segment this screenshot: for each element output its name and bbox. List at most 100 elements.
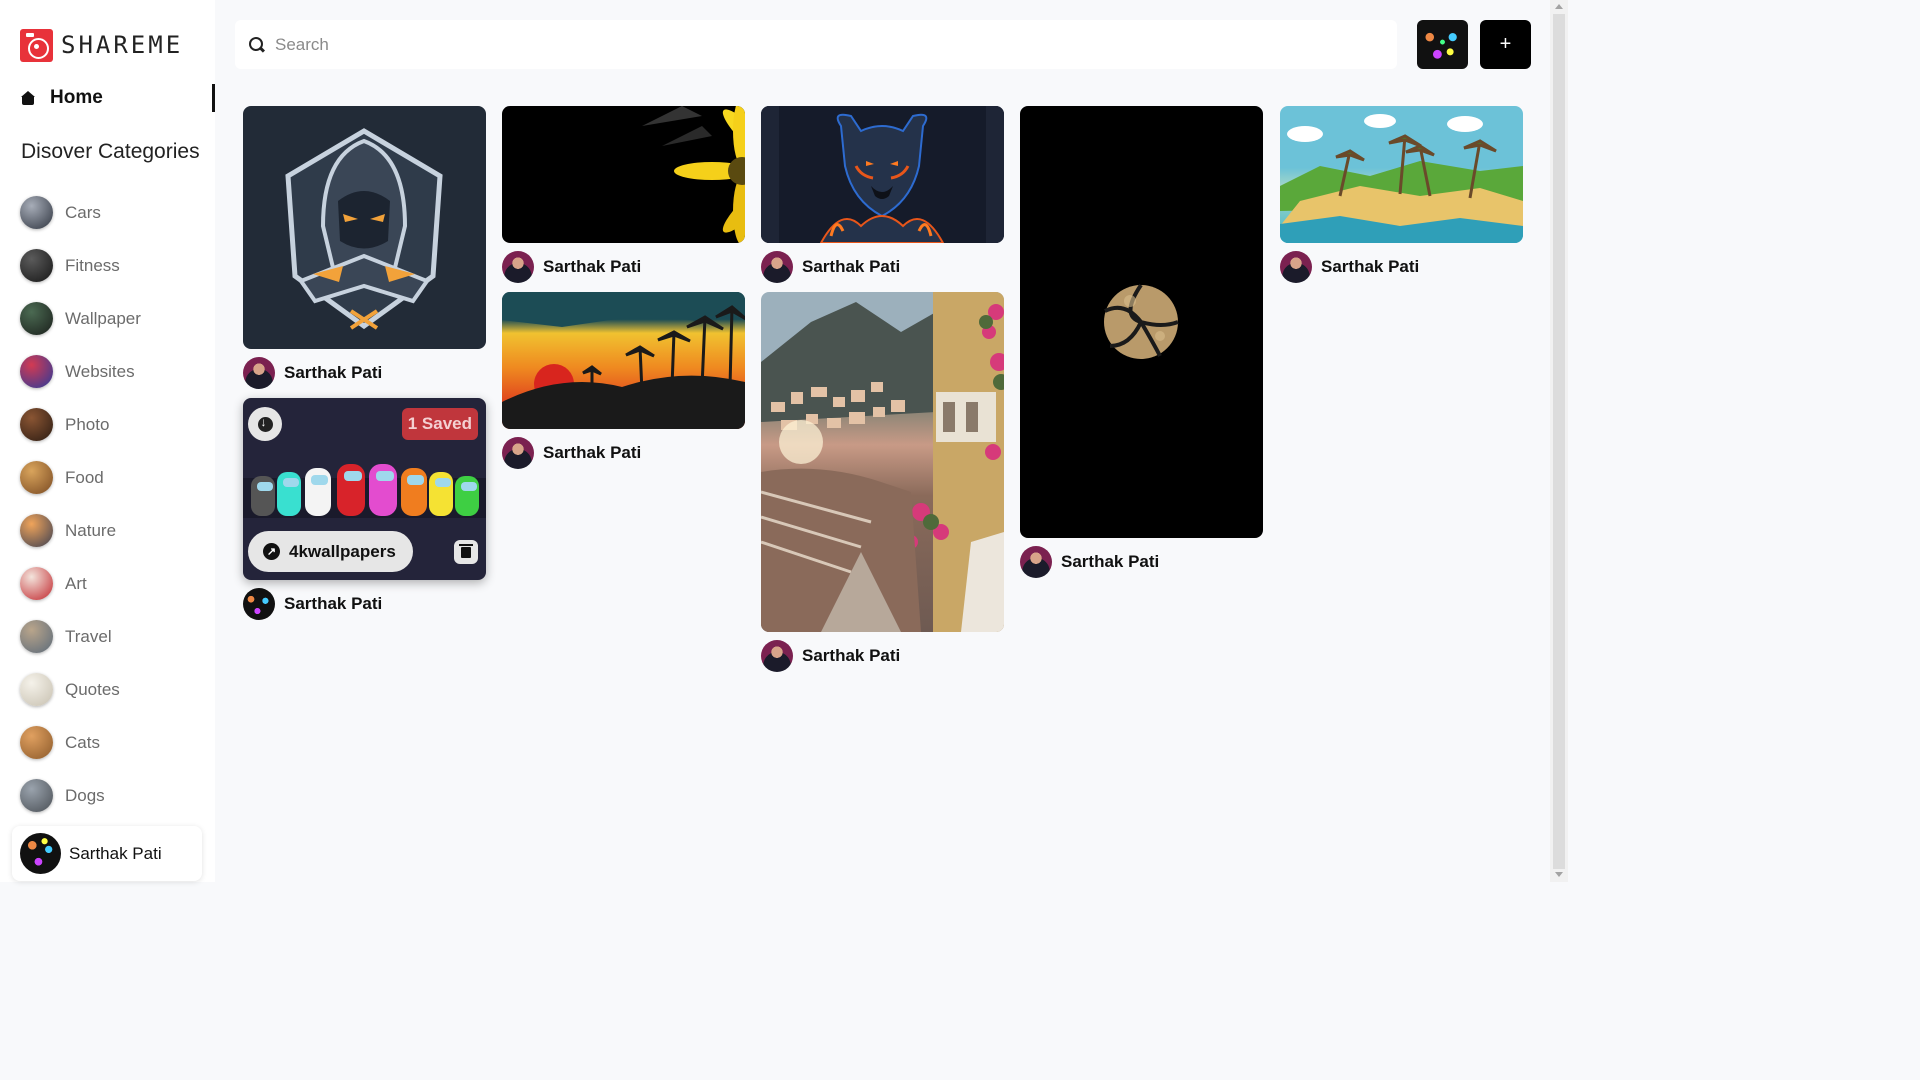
pin-author[interactable]: Sarthak Pati [1280, 251, 1523, 283]
pin-card[interactable]: 1 Saved ↗ 4kwallpapers Sarthak Pati [243, 398, 486, 620]
category-item-travel[interactable]: Travel [20, 610, 141, 663]
categories-title: Disover Categories [21, 140, 200, 163]
sunset-illustration [502, 292, 745, 429]
avatar [243, 588, 275, 620]
pin-card[interactable]: Sarthak Pati [761, 292, 1004, 672]
create-pin-button[interactable]: + [1480, 20, 1531, 69]
pin-image-hooded-mascot[interactable] [243, 106, 486, 349]
category-item-wallpaper[interactable]: Wallpaper [20, 292, 141, 345]
category-thumb [20, 355, 53, 388]
category-label: Photo [65, 414, 110, 434]
download-icon [257, 415, 273, 432]
pin-card[interactable]: Sarthak Pati [761, 106, 1004, 283]
category-label: Cars [65, 202, 101, 222]
download-button[interactable] [248, 407, 282, 441]
category-label: Nature [65, 520, 117, 540]
source-link[interactable]: ↗ 4kwallpapers [248, 531, 413, 572]
pin-author-name: Sarthak Pati [284, 363, 383, 382]
category-thumb [20, 461, 53, 494]
category-thumb [20, 620, 53, 653]
saved-button[interactable]: 1 Saved [401, 408, 478, 440]
category-label: Dogs [65, 785, 105, 805]
avatar [20, 833, 61, 874]
pin-image-sunset-palms[interactable] [502, 292, 745, 429]
user-name: Sarthak Pati [69, 843, 162, 863]
scroll-up-arrow-icon[interactable] [1555, 4, 1563, 9]
pin-author-name: Sarthak Pati [543, 257, 642, 276]
pin-image-yellow-flower[interactable] [502, 106, 745, 243]
delete-button[interactable] [454, 540, 478, 564]
pin-image-low-poly-island[interactable] [1280, 106, 1523, 243]
pin-author[interactable]: Sarthak Pati [761, 251, 1004, 283]
pin-image-among-us[interactable]: 1 Saved ↗ 4kwallpapers [243, 398, 486, 580]
category-item-photo[interactable]: Photo [20, 398, 141, 451]
category-label: Travel [65, 626, 112, 646]
category-label: Cats [65, 732, 100, 752]
pin-image-glitter-volleyball[interactable] [1020, 106, 1263, 538]
category-thumb [20, 514, 53, 547]
category-item-quotes[interactable]: Quotes [20, 663, 141, 716]
category-thumb [20, 302, 53, 335]
avatar [502, 437, 534, 469]
category-label: Websites [65, 361, 135, 381]
avatar [1280, 251, 1312, 283]
pin-card[interactable]: Sarthak Pati [243, 106, 486, 389]
avatar [761, 251, 793, 283]
pin-image-coastal-village[interactable] [761, 292, 1004, 632]
pin-card[interactable]: Sarthak Pati [502, 292, 745, 469]
category-item-food[interactable]: Food [20, 451, 141, 504]
category-label: Food [65, 467, 104, 487]
pin-author-name: Sarthak Pati [802, 257, 901, 276]
app-logo[interactable]: SHAREME [20, 28, 183, 62]
pin-author[interactable]: Sarthak Pati [761, 640, 1004, 672]
scrollbar-thumb[interactable] [1553, 14, 1565, 869]
category-thumb [20, 726, 53, 759]
sidebar: SHAREME Home Disover Categories Cars Fit… [0, 0, 215, 882]
camera-icon [20, 28, 53, 62]
search-input[interactable] [275, 34, 1355, 55]
avatar [243, 357, 275, 389]
category-item-cats[interactable]: Cats [20, 716, 141, 769]
category-thumb [20, 673, 53, 706]
category-thumb [20, 779, 53, 812]
hooded-mascot-illustration [285, 128, 443, 330]
profile-avatar-button[interactable] [1417, 20, 1468, 69]
category-item-art[interactable]: Art [20, 557, 141, 610]
island-illustration [1280, 114, 1523, 243]
pin-author[interactable]: Sarthak Pati [243, 357, 486, 389]
category-label: Wallpaper [65, 308, 141, 328]
category-item-cars[interactable]: Cars [20, 186, 141, 239]
category-thumb [20, 196, 53, 229]
category-item-nature[interactable]: Nature [20, 504, 141, 557]
pin-author-name: Sarthak Pati [284, 594, 383, 613]
scroll-down-arrow-icon[interactable] [1555, 872, 1563, 877]
user-profile-link[interactable]: Sarthak Pati [12, 826, 202, 881]
search-bar [235, 20, 1397, 69]
pin-author[interactable]: Sarthak Pati [502, 251, 745, 283]
volleyball-illustration [1104, 283, 1179, 359]
pin-author-name: Sarthak Pati [543, 443, 642, 462]
nav-home-label: Home [50, 87, 103, 108]
village-illustration [761, 292, 1004, 632]
category-label: Art [65, 573, 87, 593]
pin-author[interactable]: Sarthak Pati [243, 588, 486, 620]
category-list: Cars Fitness Wallpaper Websites Photo Fo… [20, 186, 141, 822]
pin-card[interactable]: Sarthak Pati [1020, 106, 1263, 578]
category-label: Fitness [65, 255, 120, 275]
pin-author[interactable]: Sarthak Pati [502, 437, 745, 469]
pin-author-name: Sarthak Pati [1321, 257, 1420, 276]
search-icon [249, 36, 265, 53]
pin-image-neon-dog[interactable] [761, 106, 1004, 243]
app-name: SHAREME [61, 31, 184, 59]
category-thumb [20, 567, 53, 600]
arrow-up-right-icon: ↗ [263, 543, 280, 560]
category-item-fitness[interactable]: Fitness [20, 239, 141, 292]
category-item-dogs[interactable]: Dogs [20, 769, 141, 822]
nav-home[interactable]: Home [20, 84, 215, 112]
pin-card[interactable]: Sarthak Pati [502, 106, 745, 283]
pin-card[interactable]: Sarthak Pati [1280, 106, 1523, 283]
avatar [761, 640, 793, 672]
pin-author-name: Sarthak Pati [1061, 552, 1160, 571]
category-item-websites[interactable]: Websites [20, 345, 141, 398]
pin-author[interactable]: Sarthak Pati [1020, 546, 1263, 578]
